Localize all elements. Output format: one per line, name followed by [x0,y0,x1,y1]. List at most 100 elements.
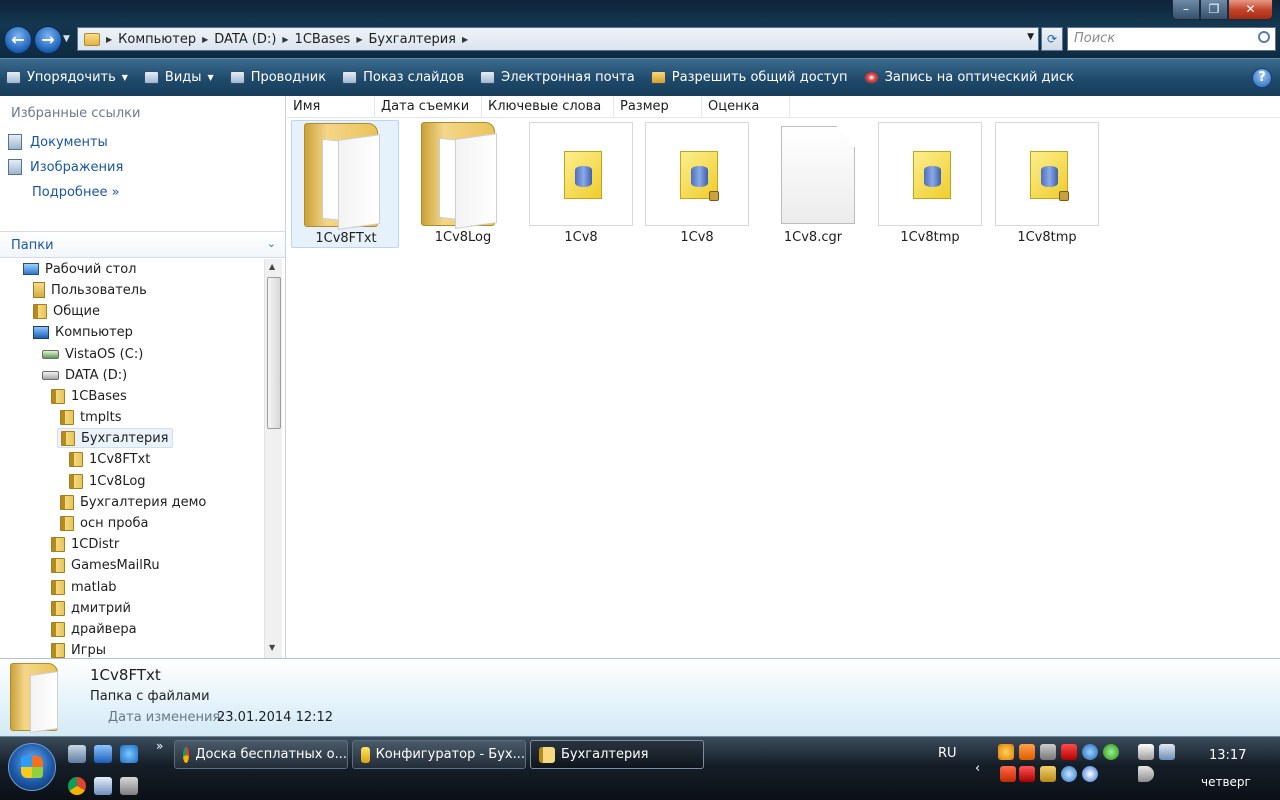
start-button[interactable] [8,743,56,791]
tree-item-gamesmailru[interactable]: GamesMailRu [48,555,163,575]
chevron-down-icon[interactable]: ⌄ [267,237,276,250]
tree-item-1cdistr[interactable]: 1CDistr [48,534,122,554]
tray-network-icon[interactable] [1040,744,1056,760]
organize-button[interactable]: Упорядочить ▼ [6,70,128,85]
file-item-1cv8log[interactable]: 1Cv8Log [409,120,517,248]
views-button[interactable]: Виды ▼ [143,70,214,85]
tree-item-public[interactable]: Общие [30,301,103,321]
tray-alert-icon[interactable] [1000,766,1016,782]
favorite-pictures[interactable]: Изображения [8,159,123,175]
scroll-down-icon[interactable]: ▼ [269,643,275,652]
tray-update-icon[interactable] [1082,744,1098,760]
search-icon[interactable] [1258,31,1270,43]
column-tags[interactable]: Ключевые слова [482,96,614,118]
chevron-right-icon[interactable]: ▶ [356,35,362,44]
tray-security-icon[interactable] [1040,766,1056,782]
burn-button[interactable]: Запись на оптический диск [863,70,1074,85]
scrollbar-thumb[interactable] [267,277,281,429]
tree-item-tmplts[interactable]: tmplts [57,407,125,427]
switch-windows-icon[interactable] [94,745,112,763]
tree-item-1cbases[interactable]: 1CBases [48,386,130,406]
language-indicator[interactable]: RU [938,746,957,761]
more-link[interactable]: Подробнее » [32,185,120,200]
column-size[interactable]: Размер [614,96,702,118]
show-desktop-icon[interactable] [68,745,86,763]
taskbar-button-configurator[interactable]: Конфигуратор - Бух... [352,740,526,769]
maximize-button[interactable]: ❐ [1200,0,1228,20]
explorer-button[interactable]: Проводник [229,70,326,85]
file-item-1cv8[interactable]: 1Cv8 [527,120,635,248]
tray-close-icon[interactable] [1019,766,1035,782]
internet-explorer-icon[interactable] [120,745,138,763]
clock-day[interactable]: четверг [1201,775,1251,789]
column-date-taken[interactable]: Дата съемки [375,96,482,118]
minimize-button[interactable]: – [1172,0,1200,20]
taskbar-button-chrome[interactable]: Доска бесплатных о... [174,740,348,769]
ati-icon[interactable] [1061,744,1077,760]
back-button[interactable]: ← [4,26,32,54]
chevron-right-icon[interactable]: ▶ [282,35,288,44]
tree-item-buhgalteria[interactable]: Бухгалтерия [57,428,173,448]
blank-file-icon [781,126,855,224]
breadcrumb-computer[interactable]: Компьютер [118,32,196,47]
word-icon[interactable] [94,777,112,795]
breadcrumb-data-drive[interactable]: DATA (D:) [214,32,276,47]
column-rating[interactable]: Оценка [702,96,790,118]
tree-item-drive-c[interactable]: VistaOS (C:) [39,344,146,364]
taskbar-button-buhgalteria[interactable]: Бухгалтерия [530,740,704,769]
folder-icon [51,579,65,595]
search-input[interactable]: Поиск [1067,27,1276,51]
file-item-1cv8tmp[interactable]: 1Cv8tmp [876,120,984,248]
favorites-title: Избранные ссылки [11,106,141,121]
volume-icon[interactable] [1138,766,1154,782]
show-hidden-icons-icon[interactable]: ‹ [975,761,980,776]
file-item-1cv8tmp-locked[interactable]: 1Cv8tmp [993,120,1101,248]
tray-connection-icon[interactable] [1061,766,1077,782]
chevron-right-icon[interactable]: ▶ [106,35,112,44]
tree-item-user[interactable]: Пользователь [30,280,150,300]
tree-scrollbar[interactable]: ▲ ▼ [264,259,282,658]
tree-item-computer[interactable]: Компьютер [30,322,136,342]
breadcrumb-buhgalteria[interactable]: Бухгалтерия [368,32,456,47]
file-item-1cv8-locked[interactable]: 1Cv8 [643,120,751,248]
tree-item-1cv8ftxt[interactable]: 1Cv8FTxt [66,449,153,469]
tree-item-drive-d[interactable]: DATA (D:) [39,365,130,385]
favorite-documents[interactable]: Документы [8,134,108,150]
slideshow-button[interactable]: Показ слайдов [342,70,464,85]
clock-time[interactable]: 13:17 [1209,748,1246,763]
tray-odnoklassniki-icon[interactable] [1019,744,1035,760]
tree-item-games[interactable]: Игры [48,640,109,658]
breadcrumb-1cbases[interactable]: 1CBases [295,32,351,47]
tray-monitor-icon[interactable] [1159,744,1175,760]
scroll-up-icon[interactable]: ▲ [269,262,275,271]
quick-launch-overflow[interactable]: » [156,739,163,753]
tree-item-desktop[interactable]: Рабочий стол [20,259,139,279]
address-bar[interactable]: ▶ Компьютер ▶ DATA (D:) ▶ 1CBases ▶ Бухг… [77,27,1039,51]
tree-item-matlab[interactable]: matlab [48,577,120,597]
tree-item-osn-proba[interactable]: осн проба [57,513,151,533]
share-button[interactable]: Разрешить общий доступ [650,70,848,85]
file-item-1cv8ftxt[interactable]: 1Cv8FTxt [291,120,399,248]
tree-item-1cv8log[interactable]: 1Cv8Log [66,471,149,491]
refresh-button[interactable]: ⟳ [1041,27,1063,51]
address-dropdown-icon[interactable]: ▼ [1027,32,1034,42]
tree-item-buh-demo[interactable]: Бухгалтерия демо [57,492,209,512]
tray-device-icon[interactable] [1138,744,1154,760]
tree-item-drivers[interactable]: драйвера [48,619,140,639]
file-item-1cv8-cgr[interactable]: 1Cv8.cgr [759,120,867,248]
column-name[interactable]: Имя [287,96,375,118]
recent-pages-dropdown-icon[interactable]: ▼ [63,34,70,44]
bluetooth-icon[interactable] [1082,766,1098,782]
chrome-icon[interactable] [68,777,86,795]
folders-header[interactable]: Папки ⌄ [0,231,285,258]
help-button[interactable]: ? [1252,68,1272,88]
utorrent-icon[interactable] [1103,744,1119,760]
tray-app-icon[interactable] [998,744,1014,760]
close-button[interactable]: ✕ [1228,0,1273,20]
chevron-right-icon[interactable]: ▶ [202,35,208,44]
tree-item-dmitriy[interactable]: дмитрий [48,598,134,618]
tools-icon[interactable] [120,777,138,795]
email-button[interactable]: Электронная почта [480,70,635,85]
chevron-right-icon[interactable]: ▶ [462,35,468,44]
forward-button[interactable]: → [34,26,62,54]
